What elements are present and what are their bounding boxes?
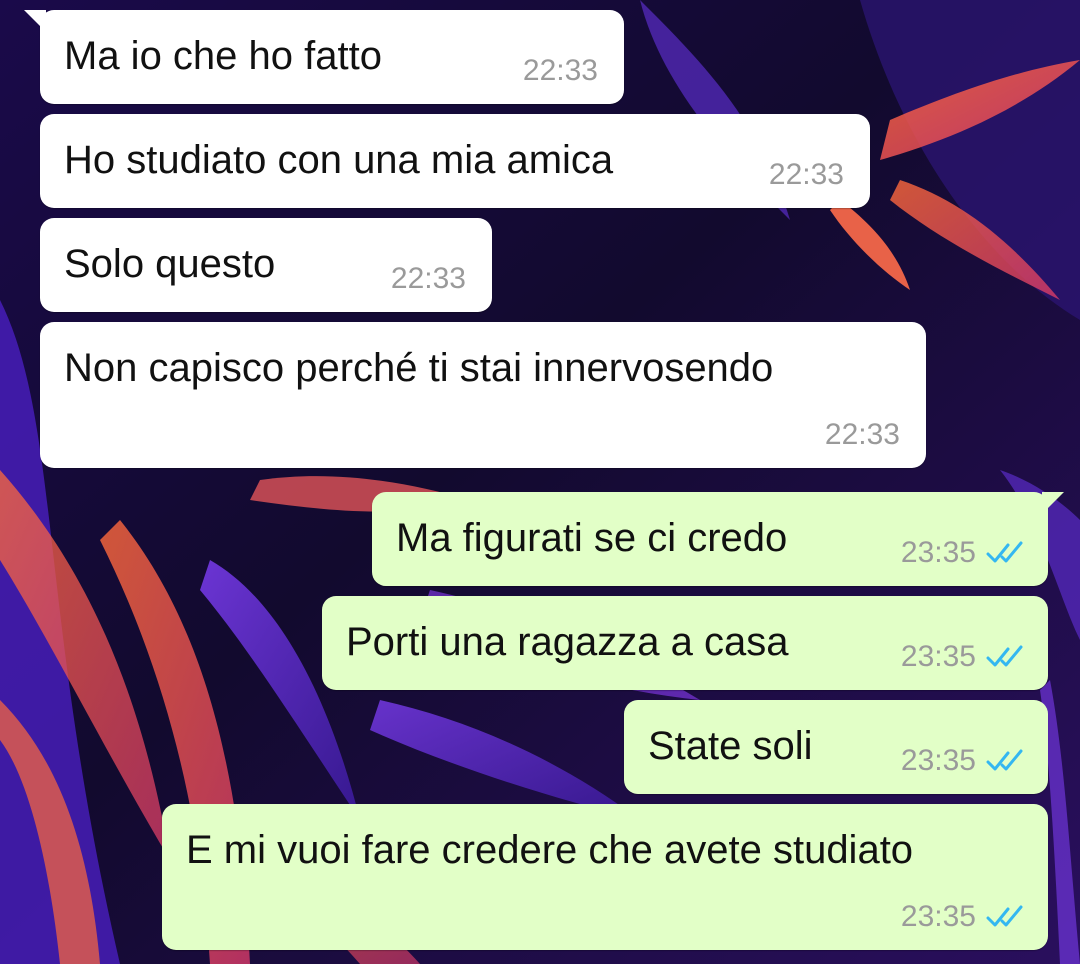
message-text: Ho studiato con una mia amica [64,138,614,182]
message-meta: 22:33 [825,418,900,452]
message-time: 22:33 [522,54,598,87]
message-time: 22:33 [390,262,466,295]
message-bubble-incoming[interactable]: Non capisco perché ti stai innervosendo … [40,322,926,468]
message-bubble-incoming[interactable]: Ho studiato con una mia amica 22:33 [40,114,870,208]
double-check-read-icon [986,645,1023,667]
double-check-read-icon [986,749,1023,771]
message-text: E mi vuoi fare credere che avete studiat… [186,828,914,872]
message-time: 23:35 [900,640,976,673]
message-bubble-outgoing[interactable]: Porti una ragazza a casa 23:35 [322,596,1048,690]
message-bubble-incoming[interactable]: Solo questo 22:33 [40,218,492,312]
message-meta: 22:33 [769,158,844,192]
bubble-tail [1042,492,1064,514]
message-meta: 22:33 [523,54,598,88]
message-bubble-incoming[interactable]: Ma io che ho fatto 22:33 [24,10,624,104]
message-text: Porti una ragazza a casa [346,620,789,664]
message-bubble-outgoing[interactable]: State soli 23:35 [624,700,1048,794]
message-meta: 22:33 [391,262,466,296]
message-text: Ma figurati se ci credo [396,516,788,560]
message-text: State soli [648,724,813,768]
message-text: Non capisco perché ti stai innervosendo [64,346,774,390]
message-meta: 23:35 [901,744,1026,778]
bubble-tail [24,10,46,32]
message-time: 23:35 [900,536,976,569]
message-bubble-outgoing[interactable]: Ma figurati se ci credo 23:35 [372,492,1064,586]
message-bubble-outgoing[interactable]: E mi vuoi fare credere che avete studiat… [162,804,1048,950]
message-time: 23:35 [900,900,976,933]
chat-conversation: Ma io che ho fatto 22:33 Ho studiato con… [0,0,1080,964]
message-meta: 23:35 [901,900,1026,934]
message-meta: 23:35 [901,640,1026,674]
message-time: 22:33 [824,418,900,451]
double-check-read-icon [986,905,1023,927]
message-text: Solo questo [64,242,276,286]
message-meta: 23:35 [901,536,1026,570]
message-time: 22:33 [768,158,844,191]
message-time: 23:35 [900,744,976,777]
message-text: Ma io che ho fatto [64,34,382,78]
double-check-read-icon [986,541,1023,563]
